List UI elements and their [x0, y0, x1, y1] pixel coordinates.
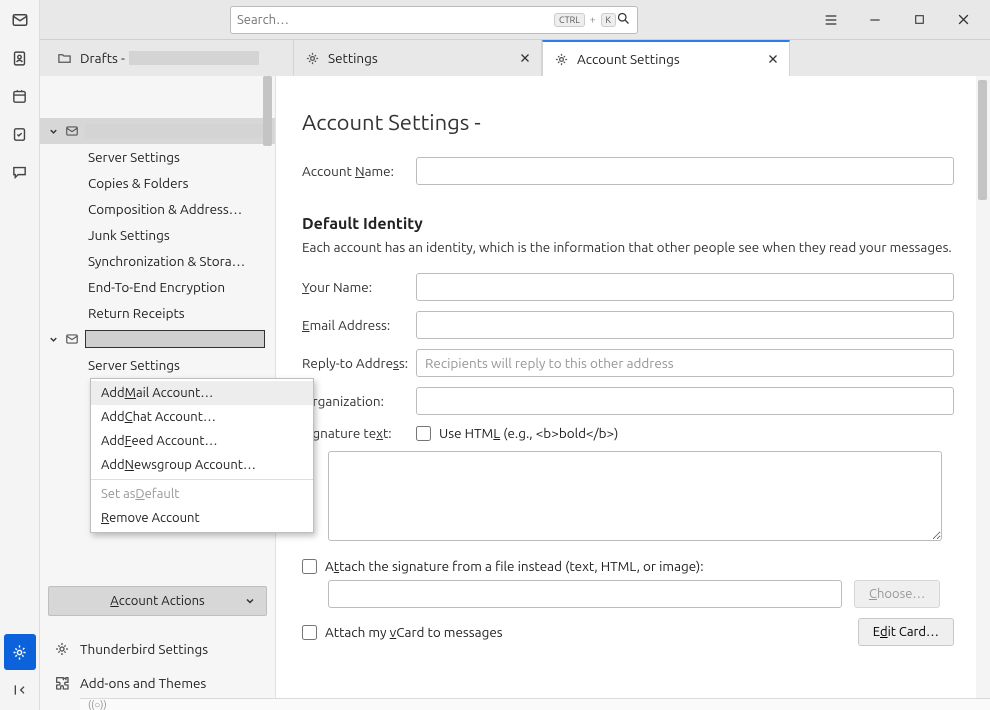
- menu-add-mail[interactable]: Add Mail Account…: [91, 381, 313, 405]
- account-icon: [65, 124, 79, 138]
- account-icon: [65, 332, 79, 346]
- signature-text-label: Signature text:: [302, 425, 416, 441]
- attach-file-checkbox[interactable]: [302, 559, 317, 574]
- chevron-down-icon: [244, 595, 256, 607]
- link-label: Add-ons and Themes: [80, 675, 206, 691]
- search-icon[interactable]: [616, 11, 631, 29]
- tab-label: Drafts -: [80, 50, 125, 66]
- tree-copies-folders[interactable]: Copies & Folders: [40, 170, 275, 196]
- section-description: Each account has an identity, which is t…: [302, 239, 954, 255]
- tab-strip: Drafts - Settings Account Settings: [40, 40, 990, 76]
- tab-label: Account Settings: [577, 51, 680, 67]
- settings-space-icon[interactable]: [4, 634, 36, 670]
- reply-to-label: Reply-to Address:: [302, 355, 416, 371]
- choose-file-button[interactable]: Choose…: [854, 580, 940, 608]
- menu-add-newsgroup[interactable]: Add Newsgroup Account…: [91, 453, 313, 477]
- titlebar: CTRL+K: [40, 0, 990, 40]
- addons-themes-link[interactable]: Add-ons and Themes: [54, 666, 269, 700]
- redacted-area: [85, 124, 267, 138]
- account-name-field[interactable]: [416, 157, 954, 185]
- close-tab-icon[interactable]: [519, 52, 531, 64]
- menu-set-default: Set as Default: [91, 482, 313, 506]
- attach-file-label: Attach the signature from a file instead…: [325, 558, 704, 574]
- window-minimize-icon[interactable]: [866, 11, 884, 29]
- your-name-field[interactable]: [416, 273, 954, 301]
- window-close-icon[interactable]: [954, 11, 972, 29]
- bottom-links: Thunderbird Settings Add-ons and Themes: [40, 622, 275, 710]
- mail-space-icon[interactable]: [4, 2, 36, 38]
- section-title: Default Identity: [302, 215, 954, 233]
- tab-settings[interactable]: Settings: [294, 40, 542, 76]
- tasks-space-icon[interactable]: [4, 116, 36, 152]
- address-book-icon[interactable]: [4, 40, 36, 76]
- redacted-area: [129, 51, 259, 65]
- account-settings-form: Account Settings - Account Name: Default…: [276, 76, 990, 710]
- tree-server-settings-2[interactable]: Server Settings: [40, 352, 275, 378]
- thunderbird-settings-link[interactable]: Thunderbird Settings: [54, 632, 269, 666]
- puzzle-icon: [54, 675, 70, 691]
- search-input[interactable]: [237, 13, 552, 27]
- close-tab-icon[interactable]: [767, 53, 779, 65]
- status-bar: ((○)): [80, 698, 990, 710]
- redacted-area: [85, 330, 265, 348]
- tab-label: Settings: [328, 50, 378, 66]
- global-search[interactable]: CTRL+K: [230, 6, 638, 34]
- tree-sync[interactable]: Synchronization & Stora…: [40, 248, 275, 274]
- menu-remove-account[interactable]: Remove Account: [91, 506, 313, 530]
- tab-account-settings[interactable]: Account Settings: [542, 40, 790, 76]
- activity-bar: [0, 0, 40, 710]
- chevron-down-icon: [48, 334, 59, 345]
- edit-card-button[interactable]: Edit Card…: [858, 618, 954, 646]
- tree-composition[interactable]: Composition & Address…: [40, 196, 275, 222]
- app-menu-icon[interactable]: [822, 11, 840, 29]
- menu-add-chat[interactable]: Add Chat Account…: [91, 405, 313, 429]
- signature-file-field[interactable]: [328, 580, 842, 608]
- account-actions-button[interactable]: AAccount Actionsccount Actions: [48, 586, 267, 616]
- folder-icon: [56, 51, 72, 66]
- your-name-label: Your Name:: [302, 279, 416, 295]
- account-node-2[interactable]: [40, 326, 275, 352]
- account-name-label: Account Name:: [302, 163, 416, 179]
- tree-return-receipts[interactable]: Return Receipts: [40, 300, 275, 326]
- reply-to-field[interactable]: [416, 349, 954, 377]
- signature-textarea[interactable]: [328, 451, 942, 541]
- gear-icon: [54, 641, 70, 657]
- main-column: CTRL+K Drafts - Settings Account Settin: [40, 0, 990, 710]
- tab-drafts[interactable]: Drafts -: [46, 40, 294, 76]
- organization-field[interactable]: [416, 387, 954, 415]
- window-maximize-icon[interactable]: [910, 11, 928, 29]
- organization-label: Organization:: [302, 393, 416, 409]
- gear-icon: [304, 51, 320, 66]
- menu-add-feed[interactable]: Add Feed Account…: [91, 429, 313, 453]
- chat-space-icon[interactable]: [4, 154, 36, 190]
- gear-icon: [553, 52, 569, 67]
- link-label: Thunderbird Settings: [80, 641, 208, 657]
- email-label: Email Address:: [302, 317, 416, 333]
- tree-server-settings[interactable]: Server Settings: [40, 144, 275, 170]
- attach-vcard-checkbox[interactable]: [302, 625, 317, 640]
- chevron-down-icon: [48, 126, 59, 137]
- content-scrollbar[interactable]: ▴▾: [976, 76, 990, 710]
- account-actions-menu: Add Mail Account… Add Chat Account… Add …: [90, 378, 314, 533]
- page-title: Account Settings -: [302, 110, 954, 135]
- use-html-checkbox[interactable]: [416, 426, 431, 441]
- calendar-space-icon[interactable]: [4, 78, 36, 114]
- collapse-sidebar-icon[interactable]: [4, 672, 36, 708]
- tree-junk[interactable]: Junk Settings: [40, 222, 275, 248]
- attach-vcard-label: Attach my vCard to messages: [325, 624, 503, 640]
- tree-e2e[interactable]: End-To-End Encryption: [40, 274, 275, 300]
- search-shortcut-hint: CTRL+K: [554, 13, 616, 27]
- account-node-1[interactable]: [40, 118, 275, 144]
- email-field[interactable]: [416, 311, 954, 339]
- use-html-label: Use HTML (e.g., <b>bold</b>): [439, 425, 618, 441]
